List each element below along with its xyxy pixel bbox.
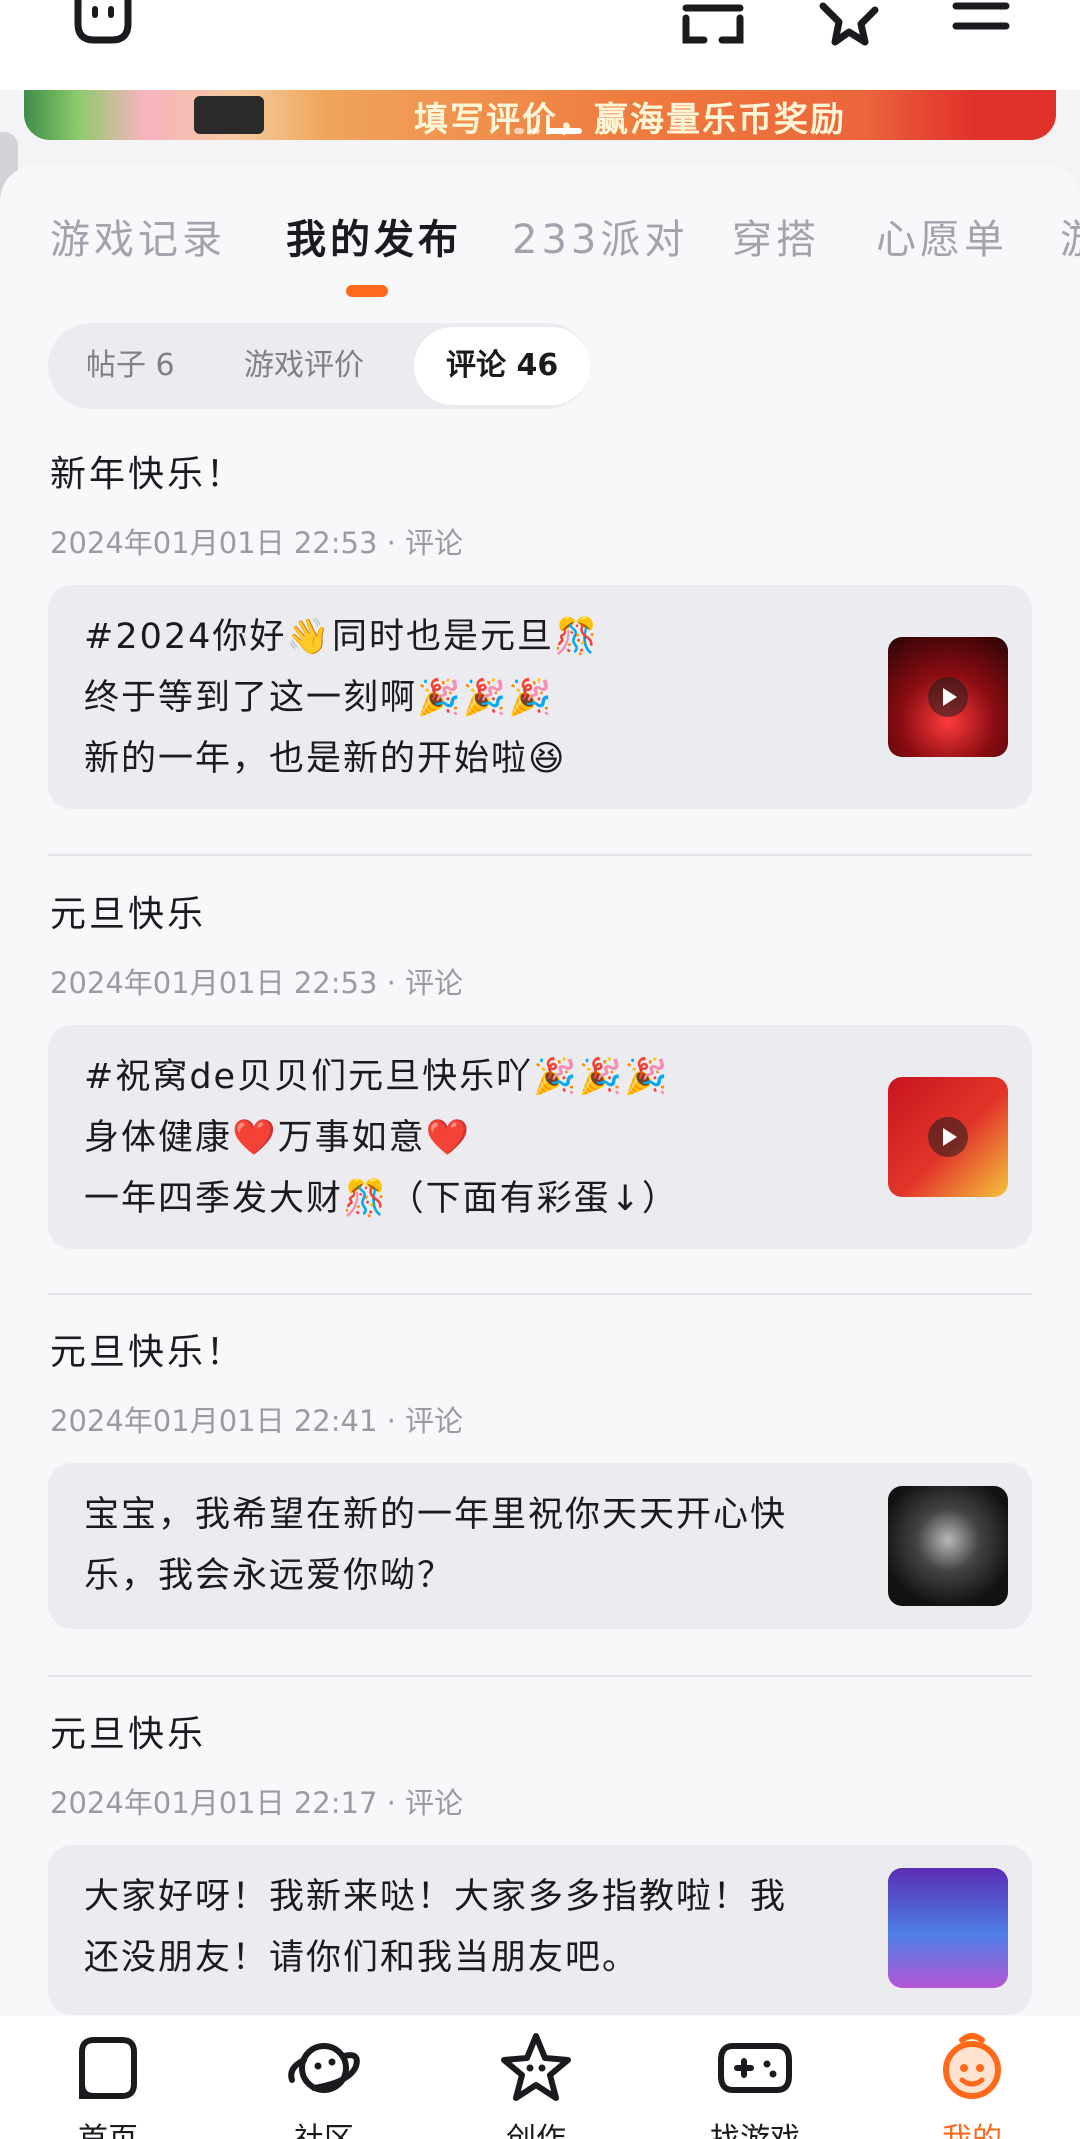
comment-item[interactable]: 元旦快乐！ 2024年01月01日 22:41 · 评论 宝宝，我希望在新的一年…	[48, 1323, 1032, 1643]
tab-games-partial[interactable]: 游	[1060, 207, 1080, 265]
nav-label: 社区	[249, 2114, 399, 2139]
banner-decoration	[24, 90, 324, 140]
tab-outfits[interactable]: 穿搭	[732, 207, 820, 265]
banner-text: 填写评价，赢海量乐币奖励	[414, 100, 846, 140]
nav-create[interactable]: 创作	[461, 2016, 611, 2139]
menu-icon[interactable]	[948, 0, 1014, 50]
comment-text: 宝宝，我希望在新的一年里祝你天天开心快 乐，我会永远爱你呦？	[84, 1495, 788, 1596]
divider	[48, 854, 1032, 856]
top-bar	[0, 0, 1080, 90]
comment-title: 元旦快乐	[50, 894, 207, 935]
tab-my-posts[interactable]: 我的发布	[286, 207, 462, 265]
video-thumbnail[interactable]	[888, 1077, 1008, 1197]
banner-dot-active	[546, 128, 582, 134]
play-icon	[928, 1117, 968, 1157]
gamepad-icon	[718, 2043, 792, 2093]
banner-dot	[530, 128, 540, 134]
play-icon	[928, 677, 968, 717]
nav-community[interactable]: 社区	[249, 2016, 399, 2139]
comment-title: 元旦快乐	[50, 1714, 207, 1755]
star-create-icon	[501, 2033, 571, 2101]
subtab-game-reviews[interactable]: 游戏评价	[244, 323, 364, 409]
image-thumbnail[interactable]	[888, 1868, 1008, 1988]
tab-game-records[interactable]: 游戏记录	[50, 207, 226, 265]
comment-content-box[interactable]: 宝宝，我希望在新的一年里祝你天天开心快 乐，我会永远爱你呦？	[48, 1463, 1032, 1629]
home-icon	[79, 2037, 137, 2099]
tab-233-party[interactable]: 233派对	[512, 207, 688, 265]
nav-label: 首页	[33, 2114, 183, 2139]
profile-tabs: 游戏记录 我的发布 233派对 穿搭 心愿单 游	[0, 165, 1080, 297]
nav-find-games[interactable]: 找游戏	[680, 2016, 830, 2139]
nav-home[interactable]: 首页	[33, 2016, 183, 2139]
favorite-star-icon[interactable]	[813, 0, 879, 50]
comment-text: #2024你好👋同时也是元旦🎊 终于等到了这一刻啊🎉🎉🎉 新的一年，也是新的开始…	[84, 617, 600, 779]
comment-meta: 2024年01月01日 22:41 · 评论	[50, 1404, 464, 1438]
scan-icon[interactable]	[680, 0, 746, 50]
tab-active-indicator	[346, 285, 388, 297]
subtab-posts[interactable]: 帖子 6	[86, 323, 175, 409]
comment-item[interactable]: 元旦快乐 2024年01月01日 22:53 · 评论 #祝窝de贝贝们元旦快乐…	[48, 885, 1032, 1249]
comment-text: #祝窝de贝贝们元旦快乐吖🎉🎉🎉 身体健康❤️万事如意❤️ 一年四季发大财🎊（下…	[84, 1057, 679, 1219]
banner-decoration	[866, 90, 1056, 140]
nav-label: 找游戏	[680, 2114, 830, 2139]
comment-meta: 2024年01月01日 22:53 · 评论	[50, 526, 464, 560]
divider	[48, 1675, 1032, 1677]
comment-item[interactable]: 元旦快乐 2024年01月01日 22:17 · 评论 大家好呀！我新来哒！大家…	[48, 1705, 1032, 2025]
nav-profile[interactable]: 我的	[897, 2016, 1047, 2139]
nav-label: 创作	[461, 2114, 611, 2139]
app-logo-icon[interactable]	[70, 0, 136, 50]
comment-content-box[interactable]: 大家好呀！我新来哒！大家多多指教啦！我 还没朋友！请你们和我当朋友吧。	[48, 1845, 1032, 2015]
profile-icon	[943, 2033, 1001, 2099]
planet-icon	[288, 2043, 360, 2093]
divider	[48, 1293, 1032, 1295]
comment-content-box[interactable]: #祝窝de贝贝们元旦快乐吖🎉🎉🎉 身体健康❤️万事如意❤️ 一年四季发大财🎊（下…	[48, 1025, 1032, 1249]
bottom-navigation: 首页 社区 创作 找游戏	[0, 2016, 1080, 2139]
promo-banner[interactable]: 填写评价，赢海量乐币奖励	[24, 90, 1056, 140]
comment-content-box[interactable]: #2024你好👋同时也是元旦🎊 终于等到了这一刻啊🎉🎉🎉 新的一年，也是新的开始…	[48, 585, 1032, 809]
comment-meta: 2024年01月01日 22:17 · 评论	[50, 1786, 464, 1820]
subtab-comments[interactable]: 评论 46	[414, 327, 591, 405]
comment-item[interactable]: 新年快乐！ 2024年01月01日 22:53 · 评论 #2024你好👋同时也…	[48, 445, 1032, 809]
image-thumbnail[interactable]	[888, 1486, 1008, 1606]
banner-decoration	[194, 96, 264, 134]
content-card: 游戏记录 我的发布 233派对 穿搭 心愿单 游 帖子 6 游戏评价 评论 46…	[0, 165, 1080, 2025]
video-thumbnail[interactable]	[888, 637, 1008, 757]
comment-text: 大家好呀！我新来哒！大家多多指教啦！我 还没朋友！请你们和我当朋友吧。	[84, 1877, 788, 1978]
sub-tabs: 帖子 6 游戏评价 评论 46	[48, 323, 591, 409]
comment-title: 新年快乐！	[50, 454, 246, 495]
tab-wishlist[interactable]: 心愿单	[876, 207, 1008, 265]
banner-pagination	[514, 128, 582, 134]
nav-label: 我的	[897, 2114, 1047, 2139]
banner-dot	[514, 128, 524, 134]
comment-meta: 2024年01月01日 22:53 · 评论	[50, 966, 464, 1000]
comment-title: 元旦快乐！	[50, 1332, 246, 1373]
